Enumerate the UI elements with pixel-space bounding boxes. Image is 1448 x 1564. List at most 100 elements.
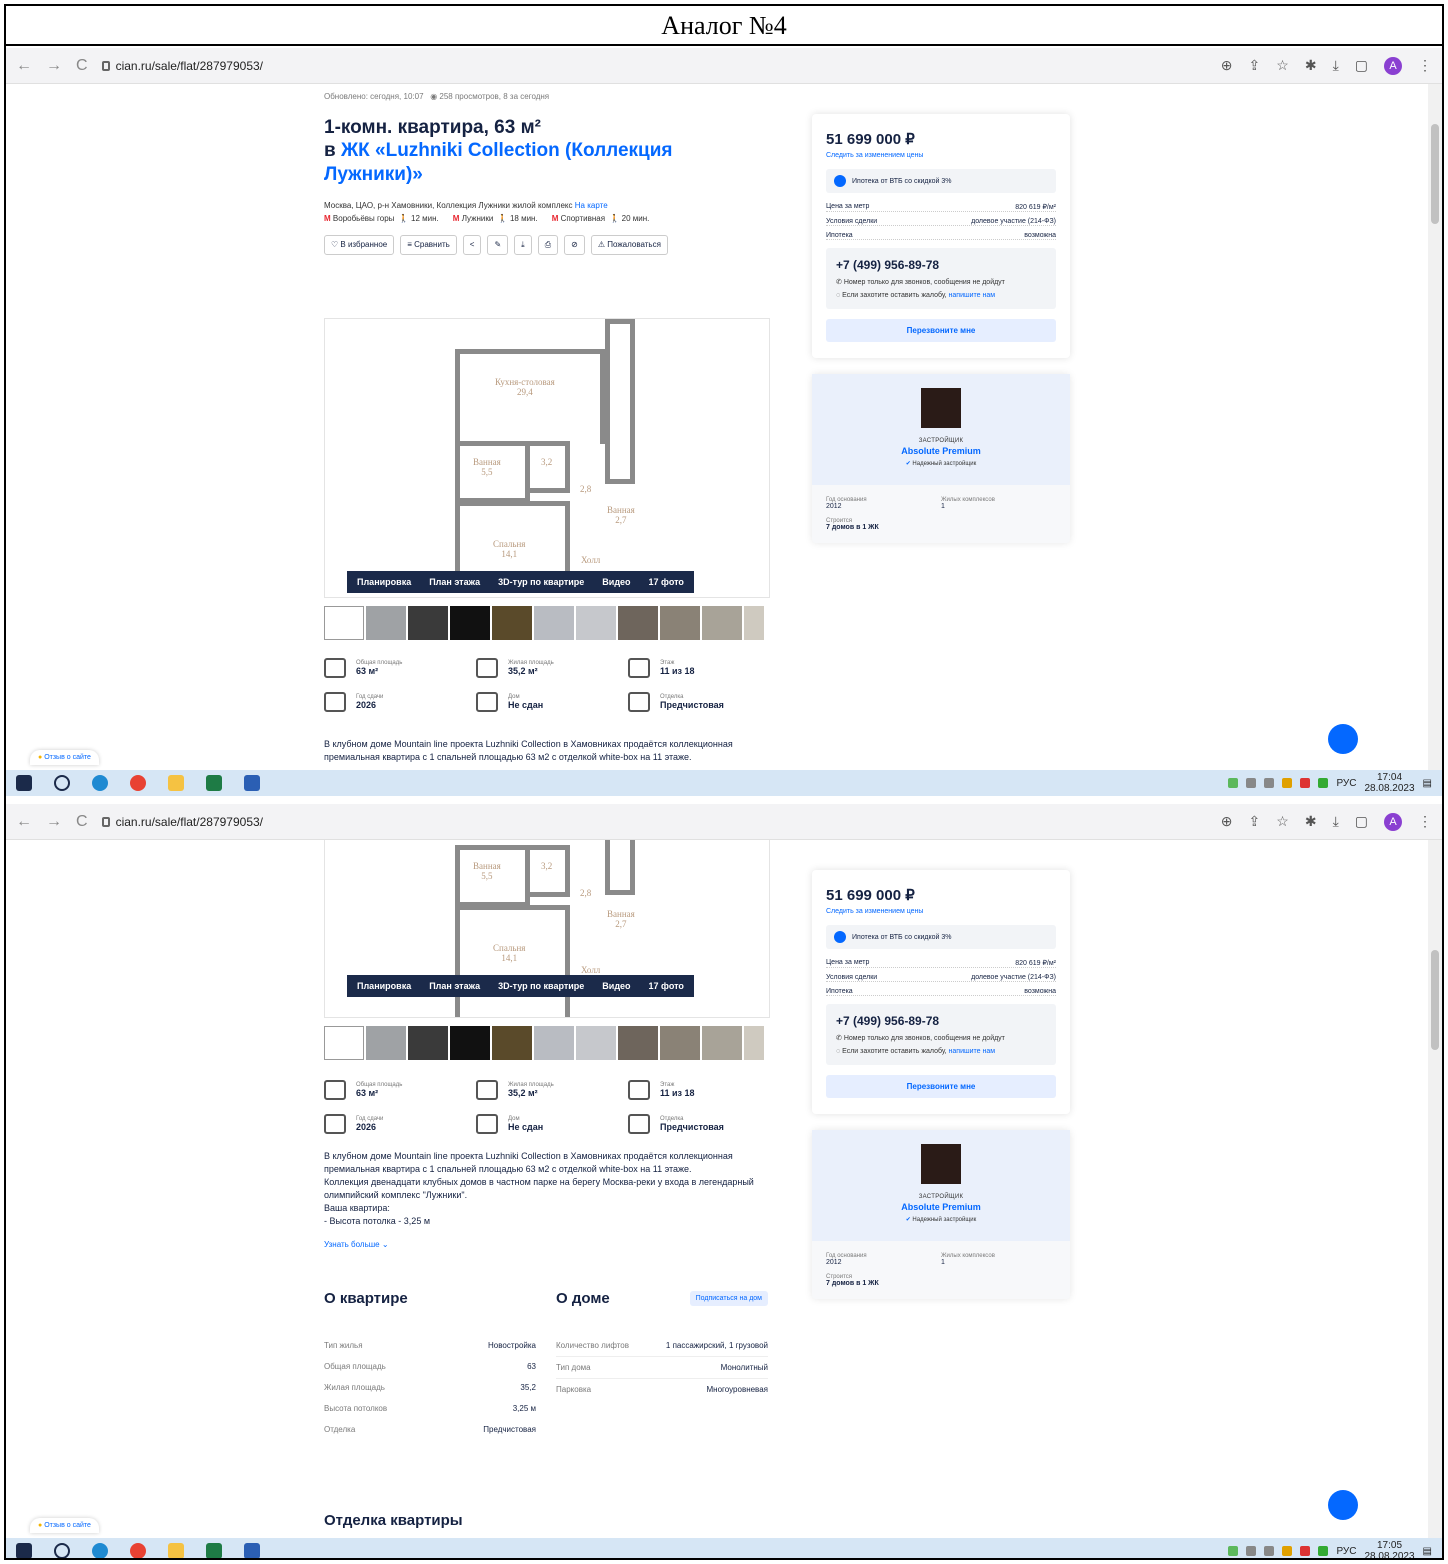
- thumbnail[interactable]: [702, 1026, 742, 1060]
- tab-video[interactable]: Видео: [602, 981, 630, 991]
- windows-start-icon[interactable]: [16, 1543, 32, 1558]
- edge-icon[interactable]: [92, 775, 108, 791]
- search-icon[interactable]: [54, 1543, 70, 1558]
- metro-item[interactable]: М Спортивная 🚶 20 мин.: [552, 214, 650, 223]
- menu-icon[interactable]: ⋮: [1418, 813, 1432, 830]
- chat-button[interactable]: [1328, 1490, 1358, 1520]
- tray-icon[interactable]: [1318, 778, 1329, 788]
- star-icon[interactable]: ☆: [1276, 813, 1289, 830]
- tab-3d-tour[interactable]: 3D-тур по квартире: [498, 981, 584, 991]
- thumbnail[interactable]: [324, 1026, 364, 1060]
- zoom-icon[interactable]: ⊕: [1221, 57, 1233, 74]
- tab-photos[interactable]: 17 фото: [649, 577, 684, 587]
- notifications-icon[interactable]: ▤: [1423, 778, 1432, 789]
- thumbnail[interactable]: [492, 1026, 532, 1060]
- profile-avatar[interactable]: A: [1384, 812, 1402, 831]
- developer-name[interactable]: Absolute Premium: [812, 446, 1070, 456]
- reload-icon[interactable]: C: [76, 57, 88, 75]
- thumbnail[interactable]: [324, 606, 364, 640]
- thumbnail[interactable]: [492, 606, 532, 640]
- notifications-icon[interactable]: ▤: [1423, 1546, 1432, 1557]
- language-indicator[interactable]: РУС: [1336, 778, 1356, 789]
- thumbnail[interactable]: [702, 606, 742, 640]
- tray-icon[interactable]: [1282, 1546, 1293, 1556]
- thumbnail[interactable]: [534, 606, 574, 640]
- thumbnail[interactable]: [618, 606, 658, 640]
- thumbnail[interactable]: [576, 1026, 616, 1060]
- thumbnail[interactable]: [450, 1026, 490, 1060]
- scrollbar[interactable]: [1428, 840, 1442, 1538]
- address-bar[interactable]: cian.ru/sale/flat/287979053/: [101, 815, 263, 829]
- tab-3d-tour[interactable]: 3D-тур по квартире: [498, 577, 584, 587]
- scrollbar[interactable]: [1428, 84, 1442, 770]
- folder-icon[interactable]: [168, 775, 184, 791]
- thumbnail[interactable]: [408, 1026, 448, 1060]
- excel-icon[interactable]: [206, 775, 222, 791]
- volume-icon[interactable]: [1264, 778, 1275, 788]
- forward-icon[interactable]: →: [46, 813, 62, 831]
- share-button[interactable]: <: [462, 235, 482, 255]
- thumbnail[interactable]: [534, 1026, 574, 1060]
- metro-item[interactable]: М Лужники 🚶 18 мин.: [453, 214, 538, 223]
- menu-icon[interactable]: ⋮: [1418, 57, 1432, 74]
- tab-plan[interactable]: Планировка: [357, 577, 411, 587]
- profile-avatar[interactable]: A: [1384, 56, 1402, 75]
- map-link[interactable]: На карте: [575, 201, 608, 210]
- search-icon[interactable]: [54, 775, 70, 791]
- read-more-link[interactable]: Узнать больше ⌄: [324, 1238, 770, 1251]
- follow-price-link[interactable]: Следить за изменением цены: [826, 152, 1056, 159]
- excel-icon[interactable]: [206, 1543, 222, 1558]
- zoom-icon[interactable]: ⊕: [1221, 813, 1233, 830]
- feedback-button[interactable]: ● Отзыв о сайте: [30, 1518, 99, 1533]
- language-indicator[interactable]: РУС: [1336, 1546, 1356, 1557]
- edge-icon[interactable]: [92, 1543, 108, 1558]
- mortgage-banner[interactable]: Ипотека от ВТБ со скидкой 3%: [826, 169, 1056, 193]
- thumbnail[interactable]: [450, 606, 490, 640]
- tray-icon[interactable]: [1246, 778, 1257, 788]
- favorite-button[interactable]: ♡ В избранное: [324, 235, 395, 255]
- tray-icon[interactable]: [1228, 778, 1239, 788]
- sidepanel-icon[interactable]: ▢: [1355, 57, 1368, 74]
- thumbnail[interactable]: [660, 606, 700, 640]
- print-button[interactable]: ⎙: [537, 235, 559, 255]
- windows-start-icon[interactable]: [16, 775, 32, 791]
- download-icon[interactable]: ⤓: [1333, 57, 1339, 74]
- address-bar[interactable]: cian.ru/sale/flat/287979053/: [101, 59, 263, 73]
- tab-plan[interactable]: Планировка: [357, 981, 411, 991]
- download-button[interactable]: ⤓: [514, 235, 532, 255]
- back-icon[interactable]: ←: [16, 813, 32, 831]
- jk-link[interactable]: ЖК «Luzhniki Collection (Коллекция Лужни…: [324, 140, 673, 185]
- gallery[interactable]: Кухня-столовая 29,4 Ванная 5,5 3,2 2,8 Ван…: [324, 318, 770, 598]
- tab-photos[interactable]: 17 фото: [649, 981, 684, 991]
- extensions-icon[interactable]: ✱: [1305, 813, 1317, 830]
- tab-floor-plan[interactable]: План этажа: [429, 981, 480, 991]
- developer-name[interactable]: Absolute Premium: [812, 1202, 1070, 1212]
- developer-logo[interactable]: [921, 388, 961, 428]
- hide-button[interactable]: ⊘: [564, 235, 585, 255]
- thumbnail[interactable]: [366, 606, 406, 640]
- chrome-icon[interactable]: [130, 775, 146, 791]
- share-icon[interactable]: ⇪: [1249, 57, 1261, 74]
- download-icon[interactable]: ⤓: [1333, 813, 1339, 830]
- tray-icon[interactable]: [1228, 1546, 1239, 1556]
- phone-number[interactable]: +7 (499) 956-89-78: [836, 1014, 1046, 1028]
- folder-icon[interactable]: [168, 1543, 184, 1558]
- word-icon[interactable]: [244, 1543, 260, 1558]
- thumbnail[interactable]: [366, 1026, 406, 1060]
- subscribe-house-button[interactable]: Подписаться на дом: [689, 1291, 768, 1306]
- clock[interactable]: 17:05 28.08.2023: [1364, 1540, 1414, 1558]
- share-icon[interactable]: ⇪: [1249, 813, 1261, 830]
- word-icon[interactable]: [244, 775, 260, 791]
- phone-number[interactable]: +7 (499) 956-89-78: [836, 258, 1046, 272]
- tray-icon[interactable]: [1246, 1546, 1257, 1556]
- reload-icon[interactable]: C: [76, 813, 88, 831]
- back-icon[interactable]: ←: [16, 57, 32, 75]
- follow-price-link[interactable]: Следить за изменением цены: [826, 908, 1056, 915]
- mortgage-banner[interactable]: Ипотека от ВТБ со скидкой 3%: [826, 925, 1056, 949]
- tab-floor-plan[interactable]: План этажа: [429, 577, 480, 587]
- chrome-icon[interactable]: [130, 1543, 146, 1558]
- complain-button[interactable]: ⚠ Пожаловаться: [590, 235, 668, 255]
- tray-icon[interactable]: [1300, 778, 1311, 788]
- thumbnail[interactable]: [744, 606, 764, 640]
- metro-item[interactable]: М Воробьёвы горы 🚶 12 мин.: [324, 214, 439, 223]
